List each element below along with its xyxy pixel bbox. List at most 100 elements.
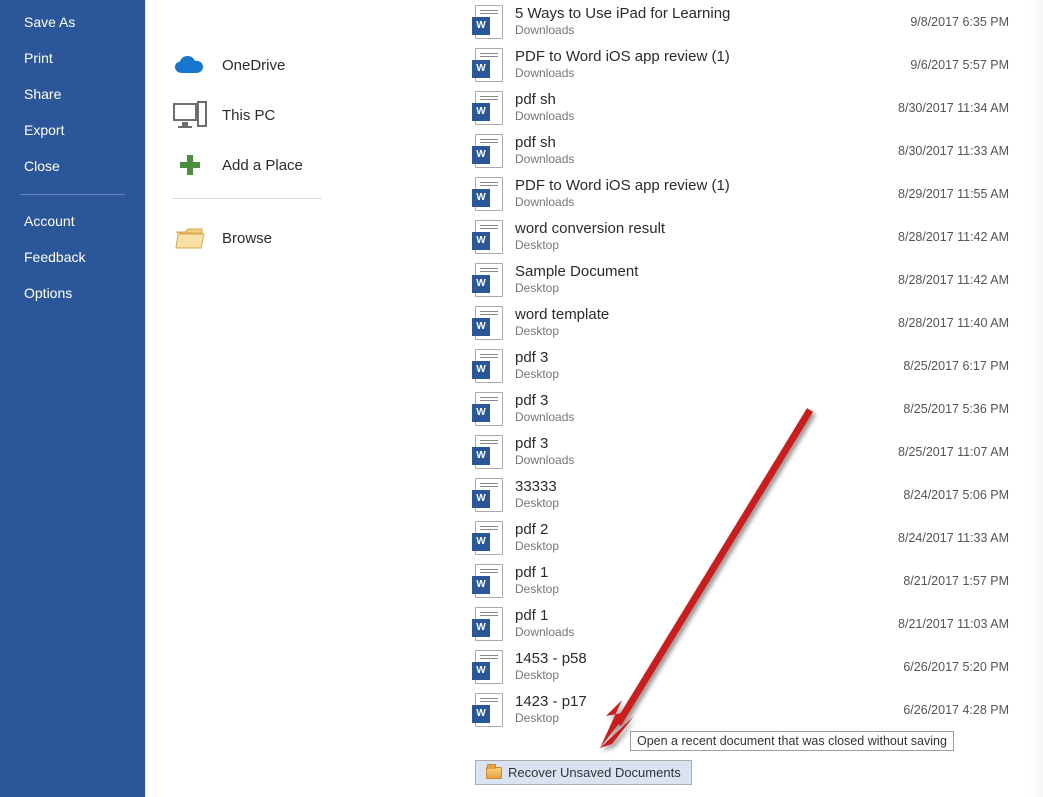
place-onedrive[interactable]: OneDrive bbox=[172, 40, 431, 90]
recent-file-row[interactable]: W 33333Desktop8/24/2017 5:06 PM bbox=[475, 473, 1033, 516]
plus-icon bbox=[172, 147, 208, 183]
word-doc-icon: W bbox=[475, 607, 503, 641]
file-info: 1423 - p17Desktop bbox=[515, 693, 903, 725]
place-label: Browse bbox=[222, 230, 272, 247]
file-name: pdf 3 bbox=[515, 349, 903, 367]
folder-icon bbox=[486, 767, 502, 779]
place-label: Add a Place bbox=[222, 157, 303, 174]
file-date: 8/21/2017 1:57 PM bbox=[903, 574, 1033, 588]
file-location: Desktop bbox=[515, 582, 903, 596]
sidebar-item-options[interactable]: Options bbox=[0, 275, 145, 311]
file-name: word conversion result bbox=[515, 220, 898, 238]
word-doc-icon: W bbox=[475, 478, 503, 512]
recent-file-row[interactable]: Wword conversion resultDesktop8/28/2017 … bbox=[475, 215, 1033, 258]
recent-file-row[interactable]: Wpdf shDownloads8/30/2017 11:33 AM bbox=[475, 129, 1033, 172]
pc-icon bbox=[172, 97, 208, 133]
file-location: Downloads bbox=[515, 410, 903, 424]
recent-file-row[interactable]: Wpdf 1Desktop8/21/2017 1:57 PM bbox=[475, 559, 1033, 602]
file-location: Downloads bbox=[515, 66, 910, 80]
file-name: PDF to Word iOS app review (1) bbox=[515, 48, 910, 66]
sidebar-item-feedback[interactable]: Feedback bbox=[0, 239, 145, 275]
sidebar-item-save-as[interactable]: Save As bbox=[0, 4, 145, 40]
word-doc-icon: W bbox=[475, 693, 503, 727]
file-name: pdf 2 bbox=[515, 521, 898, 539]
file-date: 6/26/2017 4:28 PM bbox=[903, 703, 1033, 717]
recent-file-row[interactable]: Wword templateDesktop8/28/2017 11:40 AM bbox=[475, 301, 1033, 344]
recent-files-panel: W5 Ways to Use iPad for LearningDownload… bbox=[457, 0, 1043, 797]
file-date: 6/26/2017 5:20 PM bbox=[903, 660, 1033, 674]
sidebar-item-account[interactable]: Account bbox=[0, 203, 145, 239]
recent-file-row[interactable]: W 5 Ways to Use iPad for LearningDownload… bbox=[475, 0, 1033, 43]
sidebar-item-export[interactable]: Export bbox=[0, 112, 145, 148]
file-name: pdf 3 bbox=[515, 392, 903, 410]
place-thispc[interactable]: This PC bbox=[172, 90, 431, 140]
file-date: 8/28/2017 11:42 AM bbox=[898, 230, 1033, 244]
file-location: Downloads bbox=[515, 109, 898, 123]
file-info: PDF to Word iOS app review (1)Downloads bbox=[515, 48, 910, 80]
file-date: 8/25/2017 6:17 PM bbox=[903, 359, 1033, 373]
file-name: word template bbox=[515, 306, 898, 324]
file-date: 9/8/2017 6:35 PM bbox=[910, 15, 1033, 29]
file-date: 8/30/2017 11:33 AM bbox=[898, 144, 1033, 158]
recent-file-row[interactable]: Wpdf 1Downloads8/21/2017 11:03 AM bbox=[475, 602, 1033, 645]
recent-file-row[interactable]: Wpdf shDownloads8/30/2017 11:34 AM bbox=[475, 86, 1033, 129]
recent-file-row[interactable]: Wpdf 3Downloads8/25/2017 5:36 PM bbox=[475, 387, 1033, 430]
recent-file-row[interactable]: Wpdf 2Desktop8/24/2017 11:33 AM bbox=[475, 516, 1033, 559]
file-location: Desktop bbox=[515, 539, 898, 553]
recent-file-row[interactable]: Wpdf 3Downloads8/25/2017 11:07 AM bbox=[475, 430, 1033, 473]
recent-file-row[interactable]: Wpdf 3Desktop8/25/2017 6:17 PM bbox=[475, 344, 1033, 387]
sidebar-item-print[interactable]: Print bbox=[0, 40, 145, 76]
word-doc-icon: W bbox=[475, 220, 503, 254]
file-info: 33333Desktop bbox=[515, 478, 903, 510]
file-location: Downloads bbox=[515, 625, 898, 639]
file-date: 8/28/2017 11:42 AM bbox=[898, 273, 1033, 287]
file-location: Desktop bbox=[515, 281, 898, 295]
file-info: word templateDesktop bbox=[515, 306, 898, 338]
file-location: Desktop bbox=[515, 367, 903, 381]
recent-file-row[interactable]: W 1453 - p58Desktop6/26/2017 5:20 PM bbox=[475, 645, 1033, 688]
recent-file-row[interactable]: W 1423 - p17Desktop6/26/2017 4:28 PM bbox=[475, 688, 1033, 731]
recover-unsaved-button[interactable]: Recover Unsaved Documents bbox=[475, 760, 692, 785]
sidebar-item-close[interactable]: Close bbox=[0, 148, 145, 184]
file-name: pdf 1 bbox=[515, 564, 903, 582]
file-info: PDF to Word iOS app review (1)Downloads bbox=[515, 177, 898, 209]
file-date: 8/24/2017 5:06 PM bbox=[903, 488, 1033, 502]
place-browse[interactable]: Browse bbox=[172, 213, 431, 263]
word-doc-icon: W bbox=[475, 134, 503, 168]
file-location: Downloads bbox=[515, 152, 898, 166]
word-doc-icon: W bbox=[475, 263, 503, 297]
file-info: 5 Ways to Use iPad for LearningDownloads bbox=[515, 5, 910, 37]
file-info: pdf 2Desktop bbox=[515, 521, 898, 553]
place-label: This PC bbox=[222, 107, 275, 124]
file-name: 1453 - p58 bbox=[515, 650, 903, 668]
word-doc-icon: W bbox=[475, 521, 503, 555]
recent-file-row[interactable]: WPDF to Word iOS app review (1)Downloads… bbox=[475, 172, 1033, 215]
file-name: pdf 3 bbox=[515, 435, 898, 453]
word-doc-icon: W bbox=[475, 5, 503, 39]
backstage-sidebar: Save As Print Share Export Close Account… bbox=[0, 0, 145, 797]
word-doc-icon: W bbox=[475, 48, 503, 82]
places-separator bbox=[172, 198, 322, 199]
file-date: 8/24/2017 11:33 AM bbox=[898, 531, 1033, 545]
file-location: Desktop bbox=[515, 711, 903, 725]
word-doc-icon: W bbox=[475, 306, 503, 340]
recent-file-row[interactable]: WSample DocumentDesktop8/28/2017 11:42 A… bbox=[475, 258, 1033, 301]
file-info: pdf 3Downloads bbox=[515, 392, 903, 424]
file-name: 5 Ways to Use iPad for Learning bbox=[515, 5, 910, 23]
place-add[interactable]: Add a Place bbox=[172, 140, 431, 190]
cloud-icon bbox=[172, 47, 208, 83]
file-info: pdf shDownloads bbox=[515, 91, 898, 123]
file-info: pdf 1Desktop bbox=[515, 564, 903, 596]
word-doc-icon: W bbox=[475, 650, 503, 684]
file-location: Downloads bbox=[515, 195, 898, 209]
file-info: 1453 - p58Desktop bbox=[515, 650, 903, 682]
file-info: pdf 3Desktop bbox=[515, 349, 903, 381]
file-location: Downloads bbox=[515, 23, 910, 37]
file-location: Downloads bbox=[515, 453, 898, 467]
file-date: 9/6/2017 5:57 PM bbox=[910, 58, 1033, 72]
file-date: 8/21/2017 11:03 AM bbox=[898, 617, 1033, 631]
sidebar-item-share[interactable]: Share bbox=[0, 76, 145, 112]
file-date: 8/25/2017 5:36 PM bbox=[903, 402, 1033, 416]
file-info: pdf 3Downloads bbox=[515, 435, 898, 467]
recent-file-row[interactable]: W PDF to Word iOS app review (1)Downloads… bbox=[475, 43, 1033, 86]
